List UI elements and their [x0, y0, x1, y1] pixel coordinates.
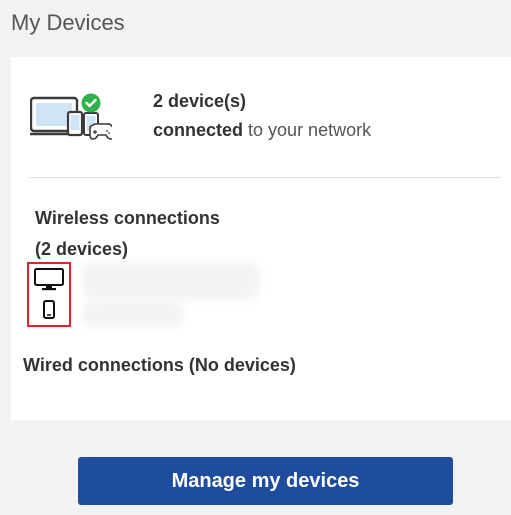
wireless-heading: Wireless connections (2 devices): [35, 203, 275, 265]
wireless-device-count: (2 devices): [35, 239, 129, 259]
device-name-redacted: [83, 301, 183, 327]
monitor-icon[interactable]: [34, 268, 64, 292]
devices-connected-icon: [30, 93, 112, 140]
wired-heading: Wired connections (No devices): [23, 355, 296, 375]
page-title: My Devices: [11, 10, 125, 35]
device-name-redacted: [83, 263, 259, 299]
status-bold-text: connected: [153, 120, 244, 140]
phone-icon[interactable]: [42, 300, 56, 320]
divider: [29, 177, 501, 178]
manage-devices-button[interactable]: Manage my devices: [78, 457, 453, 505]
device-count: 2 device(s): [153, 91, 247, 111]
status-text: to your network: [243, 120, 372, 140]
connection-status: connected to your network: [153, 120, 371, 141]
wireless-heading-title: Wireless connections: [35, 208, 220, 228]
devices-card: 2 device(s) connected to your network Wi…: [11, 57, 511, 420]
device-icons-highlight: [27, 262, 71, 327]
